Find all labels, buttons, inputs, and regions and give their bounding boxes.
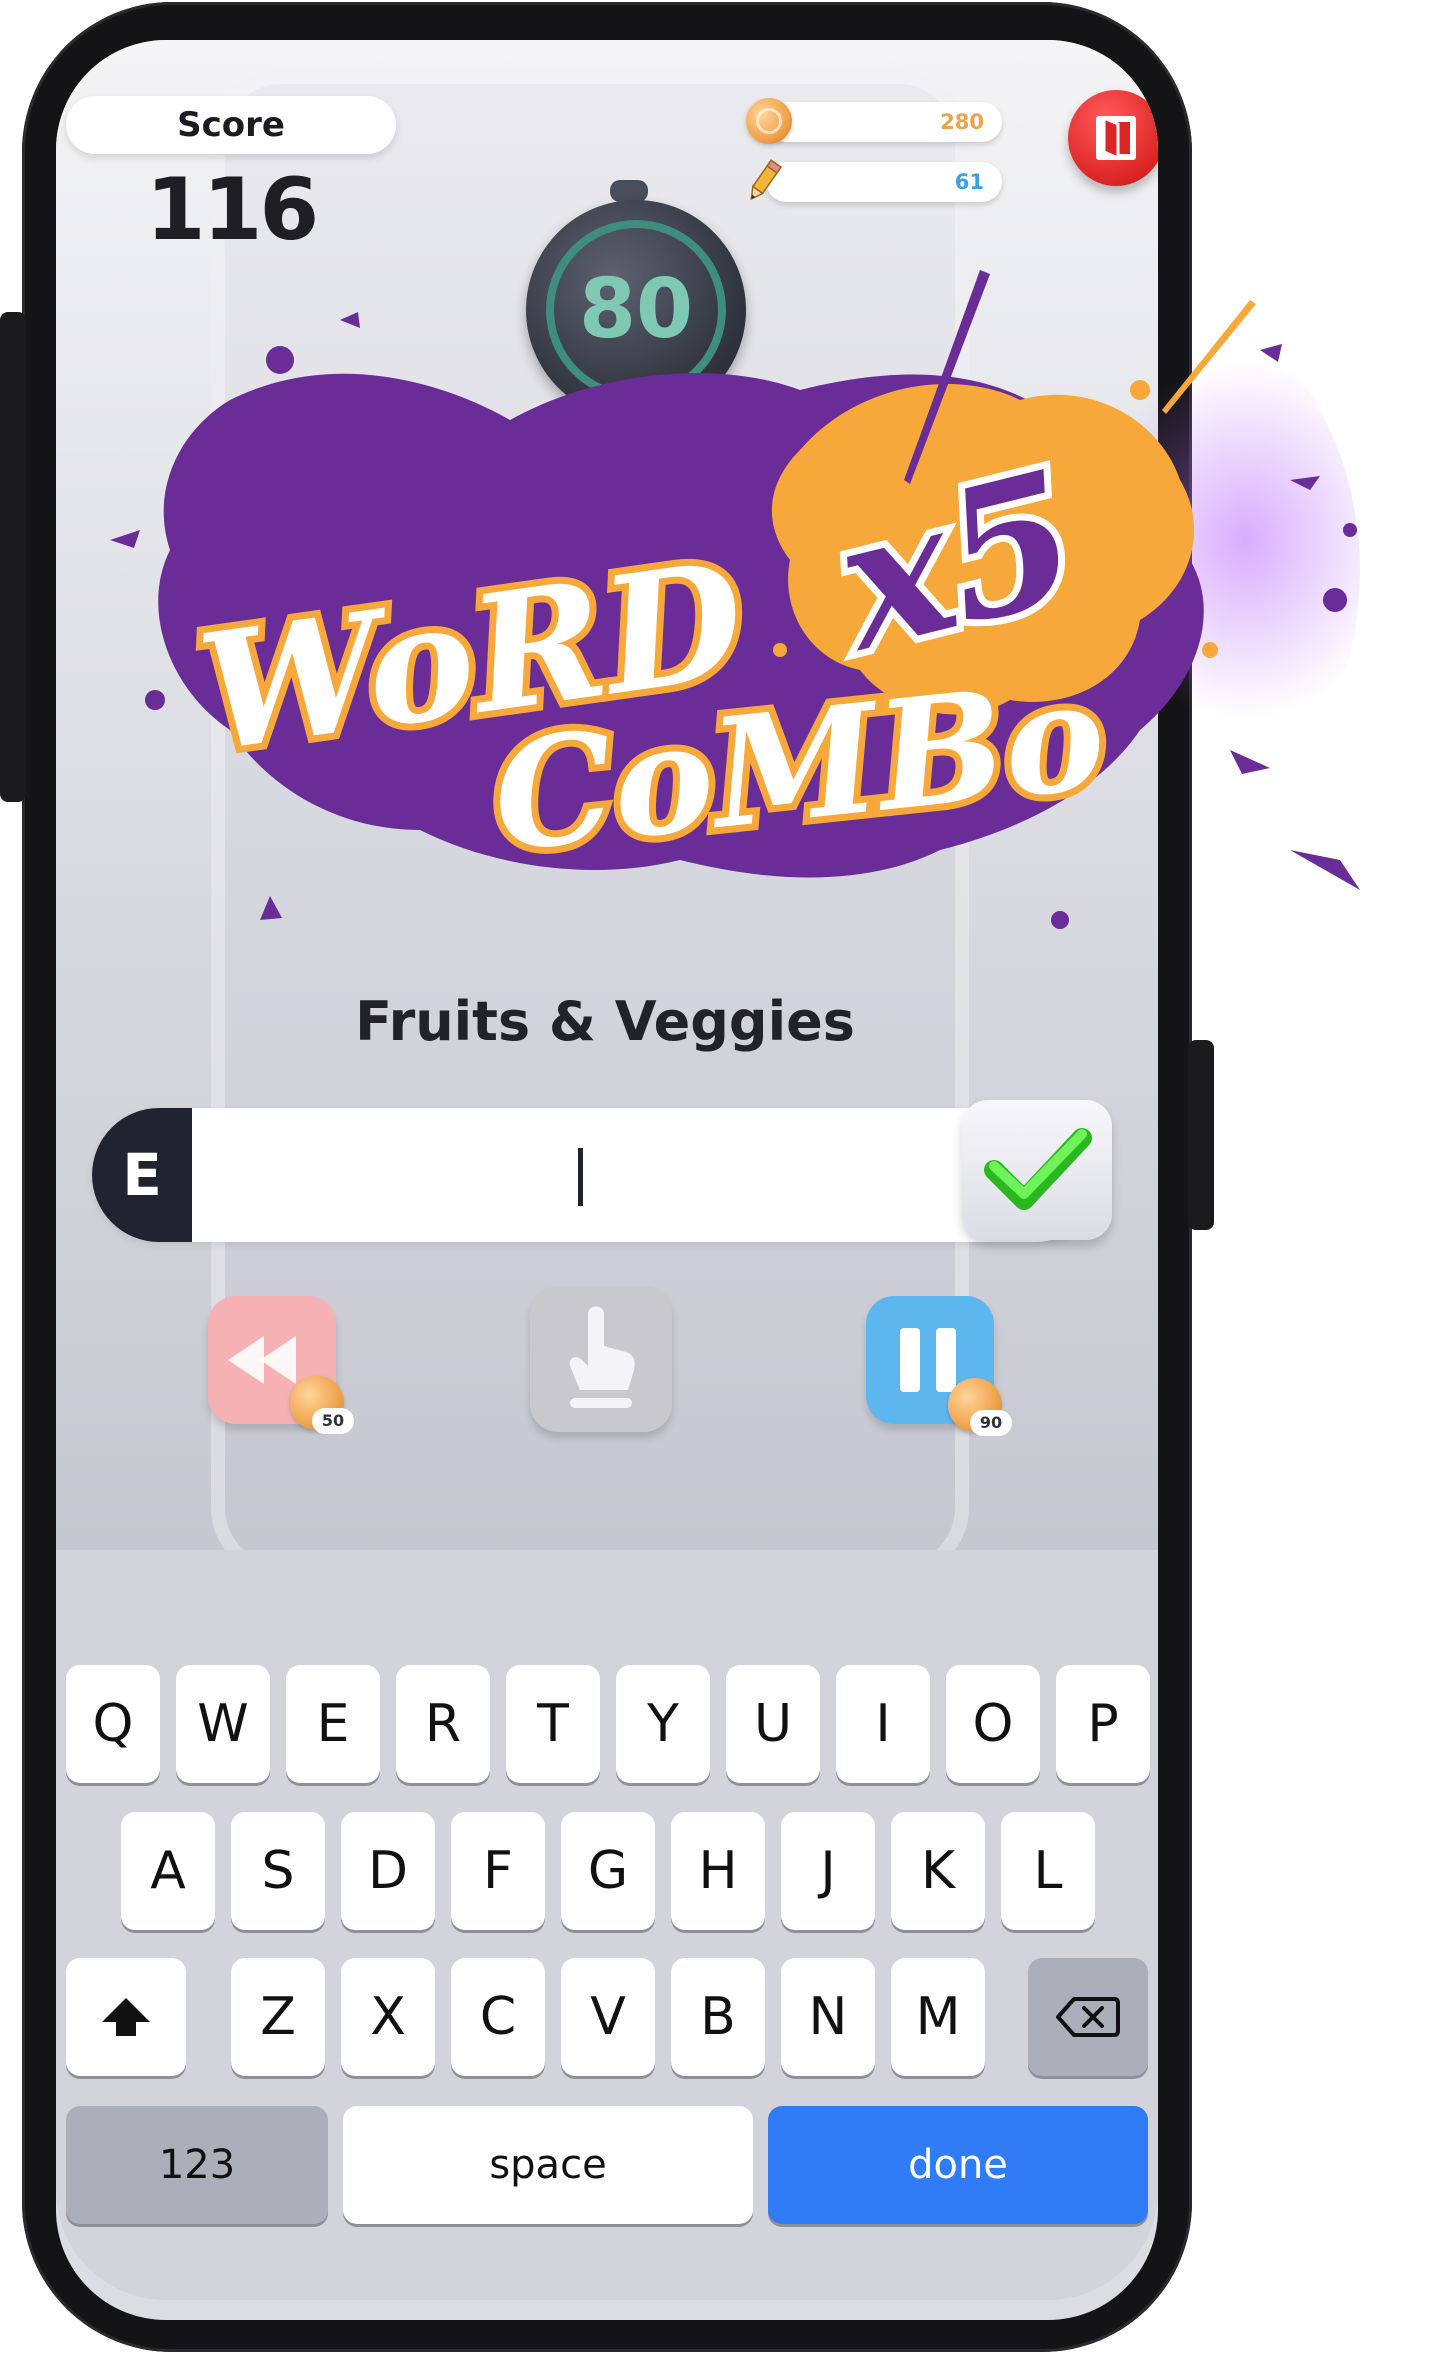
key-t[interactable]: T: [506, 1665, 600, 1783]
key-s[interactable]: S: [231, 1812, 325, 1930]
key-q[interactable]: Q: [66, 1665, 160, 1783]
word-combo-splash: WoRD CoMBo x5: [110, 270, 1360, 929]
key-w[interactable]: W: [176, 1665, 270, 1783]
key-a[interactable]: A: [121, 1812, 215, 1930]
category-title: Fruits & Veggies: [355, 990, 855, 1053]
key-k[interactable]: K: [891, 1812, 985, 1930]
rewind-cost: 50: [312, 1408, 354, 1434]
hint-powerup-button[interactable]: [530, 1286, 672, 1432]
key-j[interactable]: J: [781, 1812, 875, 1930]
key-z[interactable]: Z: [231, 1958, 325, 2076]
numbers-key[interactable]: 123: [66, 2106, 328, 2224]
score-label: Score: [66, 96, 396, 154]
word-input[interactable]: [92, 1108, 1102, 1242]
power-button: [1188, 1040, 1214, 1230]
coins-counter: 280: [766, 102, 1002, 142]
keyboard-keys: Q W E R T Y U I O P A S D F G H J K L Z X C V B N M 123 space done: [56, 1550, 1158, 2300]
key-p[interactable]: P: [1056, 1665, 1150, 1783]
hand-tap-icon: [569, 1306, 635, 1408]
coins-value: 280: [940, 110, 984, 134]
exit-button[interactable]: [1068, 90, 1158, 186]
key-v[interactable]: V: [561, 1958, 655, 2076]
key-g[interactable]: G: [561, 1812, 655, 1930]
exit-door-icon: [1096, 115, 1136, 161]
pencils-value: 61: [954, 170, 984, 194]
key-l[interactable]: L: [1001, 1812, 1095, 1930]
key-b[interactable]: B: [671, 1958, 765, 2076]
space-key[interactable]: space: [343, 2106, 753, 2224]
key-x[interactable]: X: [341, 1958, 435, 2076]
backspace-key[interactable]: [1028, 1958, 1148, 2076]
key-n[interactable]: N: [781, 1958, 875, 2076]
key-y[interactable]: Y: [616, 1665, 710, 1783]
pause-cost: 90: [970, 1410, 1012, 1436]
checkmark-icon: [984, 1128, 1092, 1210]
shift-icon: [102, 1998, 150, 2036]
backspace-icon: [1056, 1997, 1120, 2037]
key-c[interactable]: C: [451, 1958, 545, 2076]
text-cursor: [578, 1148, 583, 1206]
key-r[interactable]: R: [396, 1665, 490, 1783]
key-u[interactable]: U: [726, 1665, 820, 1783]
rewind-cost-coin: 50: [290, 1376, 354, 1434]
pencils-counter: 61: [766, 162, 1002, 202]
key-o[interactable]: O: [946, 1665, 1040, 1783]
submit-button[interactable]: [962, 1100, 1112, 1240]
key-m[interactable]: M: [891, 1958, 985, 2076]
pencil-icon: [750, 159, 783, 201]
timer-knob: [610, 180, 648, 202]
coin-icon: [746, 98, 792, 144]
key-h[interactable]: H: [671, 1812, 765, 1930]
volume-button: [0, 312, 26, 802]
key-f[interactable]: F: [451, 1812, 545, 1930]
pause-cost-coin: 90: [948, 1378, 1012, 1436]
shift-key[interactable]: [66, 1958, 186, 2076]
done-key[interactable]: done: [768, 2106, 1148, 2224]
key-e[interactable]: E: [286, 1665, 380, 1783]
key-i[interactable]: I: [836, 1665, 930, 1783]
key-d[interactable]: D: [341, 1812, 435, 1930]
